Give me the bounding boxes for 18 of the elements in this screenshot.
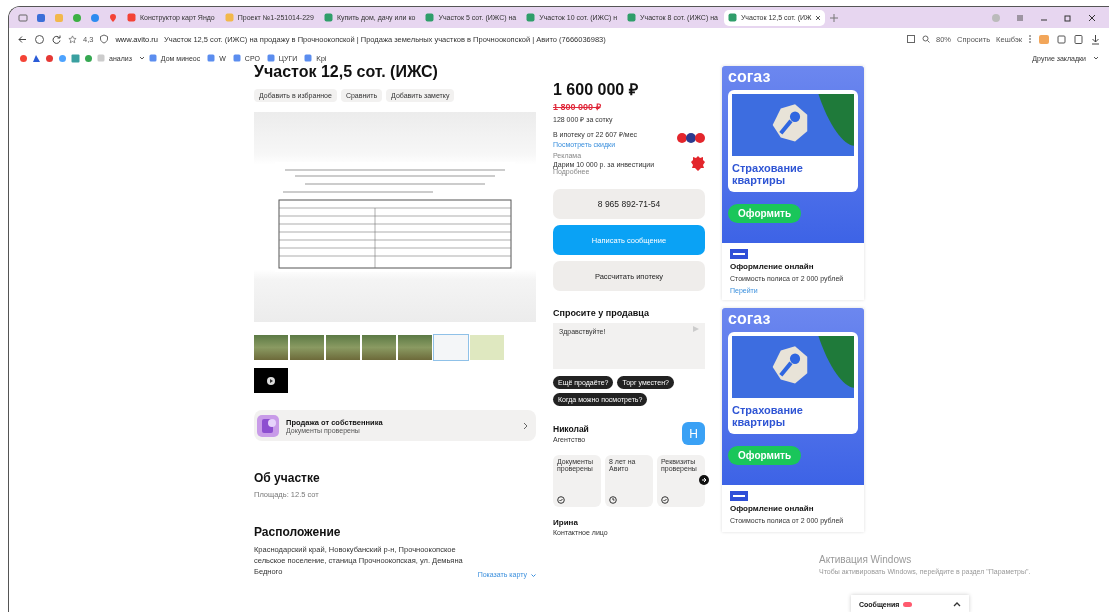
section-heading: Расположение [254,525,342,539]
section-heading: Об участке [254,471,321,485]
phone-button[interactable]: 8 965 892-71-54 [553,189,705,219]
activation-title: Активация Windows [819,554,913,565]
ad-title: Оформление онлайн [730,262,815,272]
seller-name[interactable]: Николай [553,424,589,434]
brand-logo: согаз [728,68,772,86]
ad-title: Оформление онлайн [730,504,815,514]
ad-headline: Страхование квартиры [732,404,804,429]
brand-logo: согаз [728,310,772,328]
ad-headline: Страхование квартиры [732,162,804,187]
ad-banner[interactable]: согаз Страхование квартиры Оформить [722,66,864,244]
listing-title: Участок 12,5 сот. (ИЖС) [254,63,439,81]
contact-name: Ирина [553,518,579,527]
ad-banner[interactable]: согаз Страхование квартиры Оформить [722,308,864,486]
price: 1 600 000 ₽ [553,80,639,100]
ask-heading: Спросите у продавца [553,308,650,318]
old-price: 1 800 000 ₽ [553,101,602,113]
